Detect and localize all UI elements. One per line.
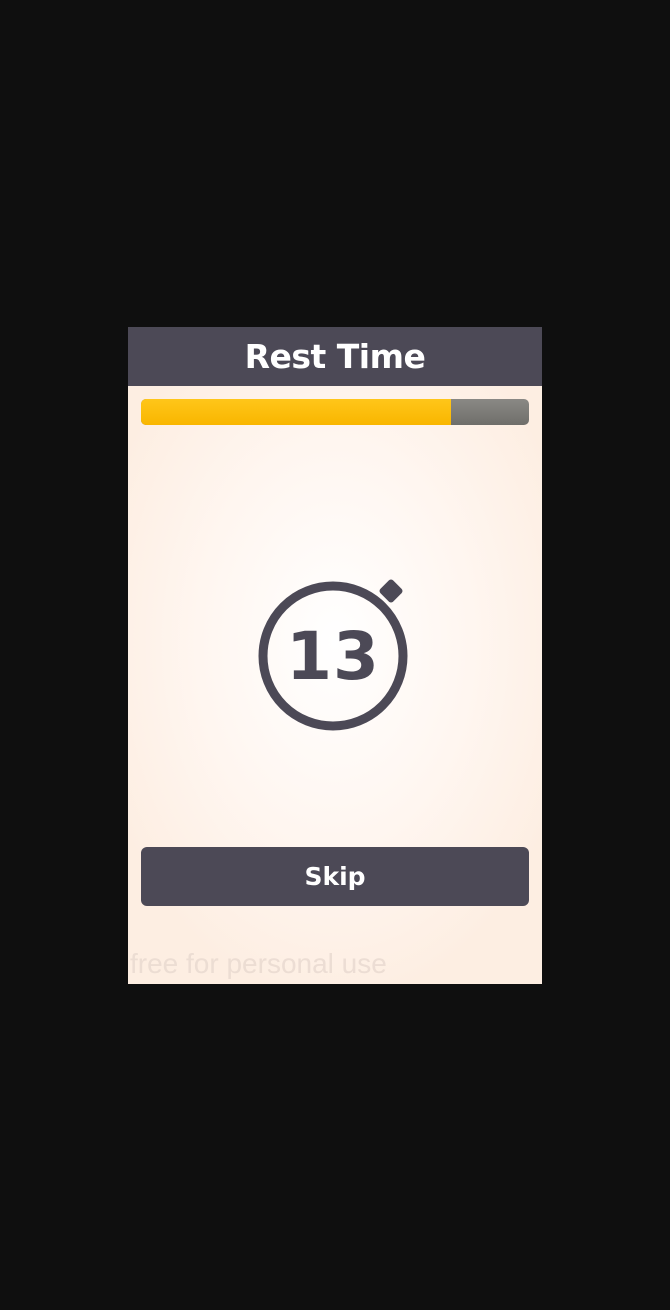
rest-time-dialog: Rest Time 13 Skip free for personal use: [128, 327, 542, 984]
rest-progress-fill: [141, 399, 452, 425]
rest-progress-bar: [141, 399, 529, 425]
watermark-text: free for personal use: [130, 948, 387, 979]
stopwatch-timer: 13: [252, 572, 412, 732]
countdown-value: 13: [286, 617, 380, 695]
dialog-title: Rest Time: [244, 337, 426, 376]
skip-button[interactable]: Skip: [141, 847, 529, 906]
dialog-title-bar: Rest Time: [128, 327, 542, 386]
